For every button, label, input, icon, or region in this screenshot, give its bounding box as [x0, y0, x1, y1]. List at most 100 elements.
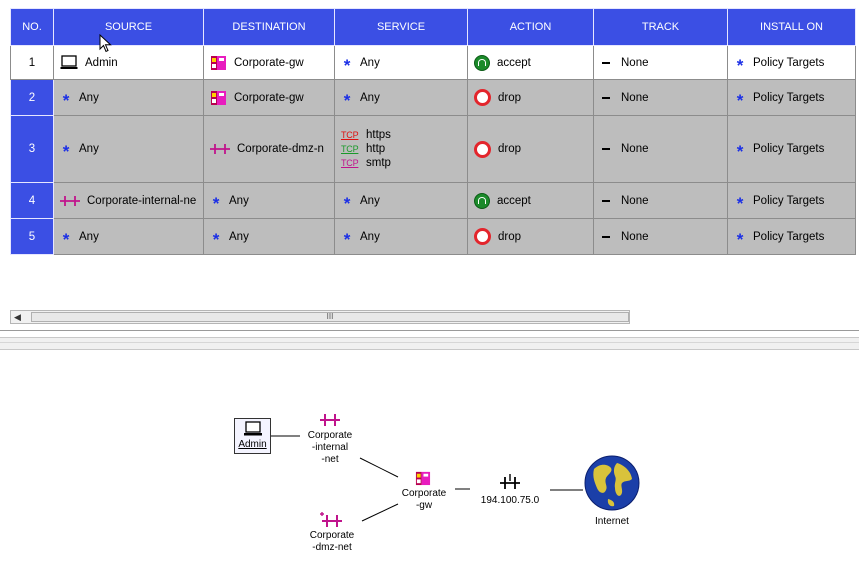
- column-header-action[interactable]: ACTION: [467, 8, 594, 46]
- rule-track[interactable]: None: [593, 45, 728, 80]
- internal-net-label-line: -internal: [311, 442, 349, 453]
- action-label: accept: [497, 56, 531, 69]
- scroll-left-arrow-icon[interactable]: ◀: [14, 311, 21, 323]
- rule-action[interactable]: drop: [467, 115, 594, 183]
- rule-number[interactable]: 2: [10, 79, 54, 116]
- rule-destination[interactable]: Corporate-dmz-n: [203, 115, 335, 183]
- drop-icon: [474, 228, 491, 245]
- internal-net-label[interactable]: Corporate -internal -net: [298, 430, 362, 466]
- rule-source[interactable]: Admin: [53, 45, 204, 80]
- rule-number[interactable]: 4: [10, 182, 54, 219]
- install-on-label: Policy Targets: [753, 91, 825, 104]
- tcp-icon: TCP: [341, 130, 359, 140]
- track-label: None: [621, 230, 649, 243]
- rule-number[interactable]: 1: [10, 45, 54, 80]
- column-header-service[interactable]: SERVICE: [334, 8, 468, 46]
- destination-label: Corporate-gw: [234, 91, 304, 104]
- none-dash-icon: [602, 96, 610, 99]
- table-row[interactable]: 4 Corporate-internal-ne * Any * Any acce…: [10, 182, 856, 219]
- internet-label: Internet: [595, 516, 629, 527]
- table-row[interactable]: 3 * Any Corporate-dmz-n TCP https TCP ht…: [10, 115, 856, 183]
- action-label: accept: [497, 194, 531, 207]
- rule-number[interactable]: 3: [10, 115, 54, 183]
- gateway-label[interactable]: Corporate -gw: [393, 488, 455, 512]
- column-header-install-on[interactable]: INSTALL ON: [727, 8, 856, 46]
- rule-track[interactable]: None: [593, 182, 728, 219]
- rule-action[interactable]: accept: [467, 182, 594, 219]
- rule-action[interactable]: drop: [467, 79, 594, 116]
- destination-label: Corporate-gw: [234, 56, 304, 69]
- gateway-label-line: -gw: [415, 500, 433, 511]
- any-star-icon: *: [343, 55, 351, 75]
- rule-source[interactable]: * Any: [53, 79, 204, 116]
- tcp-icon: TCP: [341, 144, 359, 154]
- table-row[interactable]: 2 * Any Corporate-gw * Any drop None * P…: [10, 79, 856, 116]
- install-on-label: Policy Targets: [753, 143, 825, 155]
- any-star-icon: *: [62, 90, 70, 110]
- gateway-icon: [210, 89, 227, 106]
- rule-install-on[interactable]: * Policy Targets: [727, 115, 856, 183]
- table-row[interactable]: 5 * Any * Any * Any drop None * Policy Targe…: [10, 218, 856, 255]
- horizontal-scrollbar[interactable]: ◀ III: [10, 310, 630, 324]
- source-label: Corporate-internal-ne: [87, 194, 197, 207]
- rule-service[interactable]: TCP https TCP http TCP smtp: [334, 115, 468, 183]
- rule-track[interactable]: None: [593, 115, 728, 183]
- rule-track[interactable]: None: [593, 218, 728, 255]
- rule-install-on[interactable]: * Policy Targets: [727, 218, 856, 255]
- column-header-source[interactable]: SOURCE: [53, 8, 204, 46]
- rule-action[interactable]: accept: [467, 45, 594, 80]
- rule-install-on[interactable]: * Policy Targets: [727, 182, 856, 219]
- rule-destination[interactable]: Corporate-gw: [203, 45, 335, 80]
- service-label: https: [366, 129, 391, 141]
- accept-icon: [474, 192, 490, 209]
- service-label: smtp: [366, 157, 391, 169]
- rule-source[interactable]: * Any: [53, 115, 204, 183]
- scrollbar-thumb[interactable]: III: [31, 312, 629, 322]
- none-dash-icon: [602, 148, 610, 150]
- none-dash-icon: [602, 235, 610, 238]
- network-icon[interactable]: [500, 474, 520, 490]
- admin-node[interactable]: Admin: [234, 418, 271, 454]
- rule-destination[interactable]: Corporate-gw: [203, 79, 335, 116]
- any-star-icon: *: [736, 90, 744, 110]
- topology-view: Admin Corporate -internal -net Corporate…: [0, 350, 859, 581]
- service-label: Any: [360, 56, 380, 69]
- dmz-net-label[interactable]: Corporate -dmz-net: [300, 530, 364, 554]
- rule-destination[interactable]: * Any: [203, 182, 335, 219]
- rule-service[interactable]: * Any: [334, 45, 468, 80]
- column-header-destination[interactable]: DESTINATION: [203, 8, 335, 46]
- rule-service[interactable]: * Any: [334, 182, 468, 219]
- action-label: drop: [498, 143, 522, 155]
- rule-service[interactable]: * Any: [334, 218, 468, 255]
- any-star-icon: *: [343, 193, 351, 213]
- drop-icon: [474, 140, 491, 158]
- service-label: Any: [360, 91, 380, 104]
- rule-track[interactable]: None: [593, 79, 728, 116]
- track-label: None: [621, 194, 649, 207]
- table-row[interactable]: 1 Admin Corporate-gw * Any accept None *…: [10, 45, 856, 80]
- any-star-icon: *: [62, 142, 70, 161]
- destination-label: Any: [229, 194, 249, 207]
- tcp-icon: TCP: [341, 158, 359, 168]
- action-label: drop: [498, 91, 522, 104]
- rule-install-on[interactable]: * Policy Targets: [727, 79, 856, 116]
- rule-source[interactable]: Corporate-internal-ne: [53, 182, 204, 219]
- rule-destination[interactable]: * Any: [203, 218, 335, 255]
- pane-splitter[interactable]: [0, 337, 859, 350]
- any-star-icon: *: [736, 55, 744, 75]
- column-header-track[interactable]: TRACK: [593, 8, 728, 46]
- globe-icon[interactable]: [584, 455, 640, 511]
- internal-net-label-line: -net: [321, 454, 339, 465]
- host-icon: [244, 421, 262, 436]
- column-header-no[interactable]: NO.: [10, 8, 54, 46]
- destination-label: Corporate-dmz-n: [237, 143, 324, 155]
- rule-service[interactable]: * Any: [334, 79, 468, 116]
- source-label: Any: [79, 91, 99, 104]
- ip-network-label: 194.100.75.0: [480, 495, 540, 506]
- any-star-icon: *: [212, 229, 220, 249]
- rule-number[interactable]: 5: [10, 218, 54, 255]
- rule-source[interactable]: * Any: [53, 218, 204, 255]
- rule-install-on[interactable]: * Policy Targets: [727, 45, 856, 80]
- rule-action[interactable]: drop: [467, 218, 594, 255]
- gateway-icon[interactable]: [415, 470, 431, 486]
